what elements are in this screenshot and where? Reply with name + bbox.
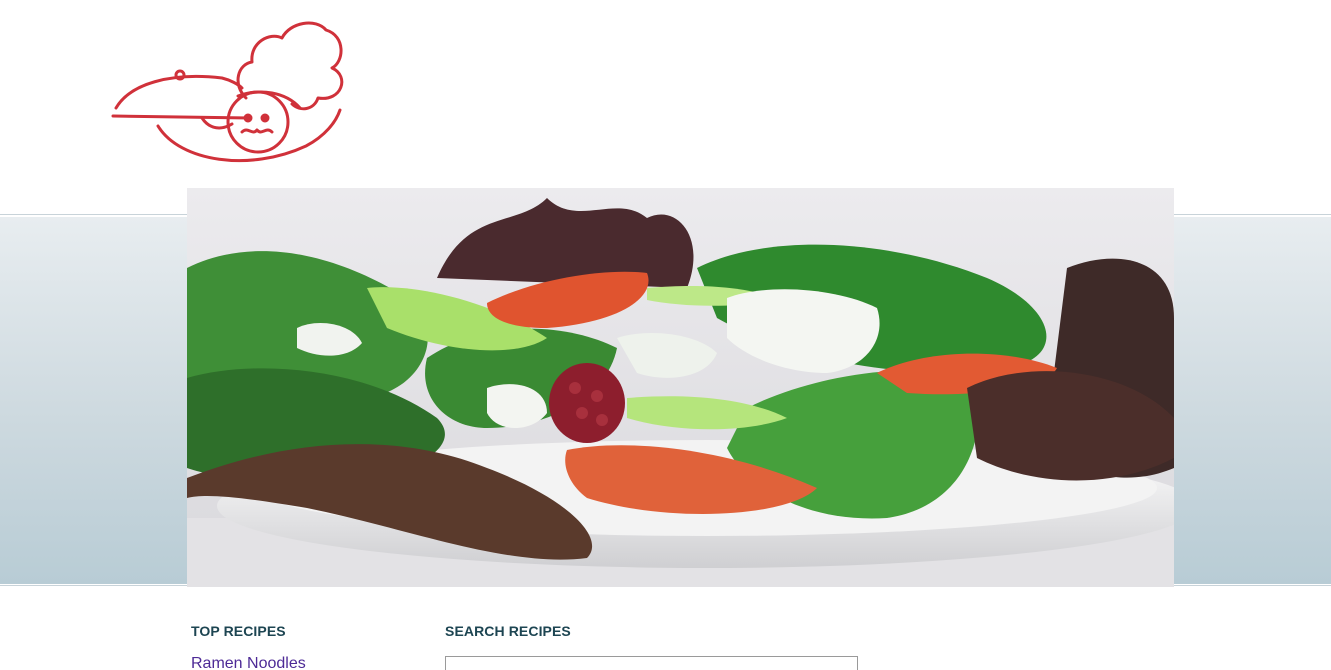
search-recipes-heading: SEARCH RECIPES bbox=[445, 623, 571, 639]
search-input[interactable] bbox=[445, 656, 858, 670]
top-recipes-heading: TOP RECIPES bbox=[191, 623, 286, 639]
hero-image bbox=[187, 188, 1174, 587]
salad-plate-icon bbox=[187, 188, 1174, 587]
site-logo[interactable] bbox=[110, 14, 346, 170]
chef-logo-icon bbox=[111, 21, 344, 163]
recipe-link-ramen-noodles[interactable]: Ramen Noodles bbox=[191, 655, 306, 670]
